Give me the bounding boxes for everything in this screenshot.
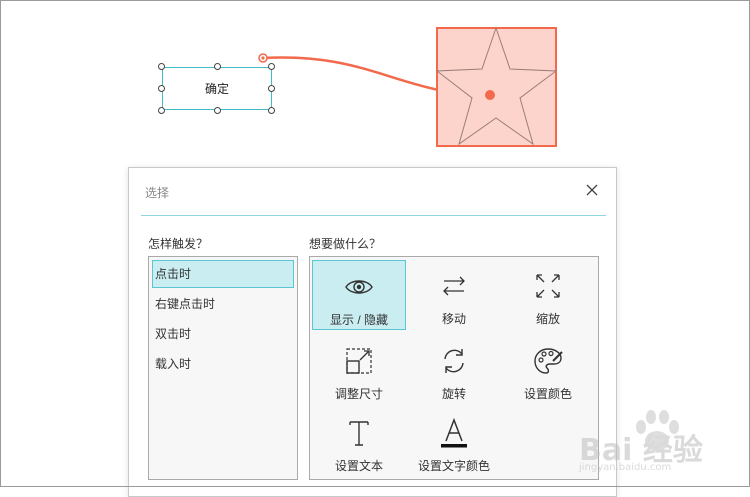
text-icon <box>349 421 369 446</box>
text-color-icon <box>441 417 467 448</box>
select-action-dialog: 选择 怎样触发？ 想要做什么？ 点击时 右键点击时 双击时 载入时 显示 / 隐… <box>128 167 617 497</box>
scale-arrows-icon <box>536 274 560 298</box>
trigger-item-right-click[interactable]: 右键点击时 <box>152 290 294 318</box>
action-label: 旋转 <box>441 387 466 401</box>
eye-icon <box>345 280 373 294</box>
action-rotate[interactable]: 旋转 <box>407 335 501 405</box>
resize-handle-ml[interactable] <box>158 85 165 92</box>
baidu-watermark: Bai 经验 jingyan.baidu.com <box>575 405 745 480</box>
resize-handle-tl[interactable] <box>158 63 165 70</box>
connector-start-dot <box>261 56 265 60</box>
action-label: 缩放 <box>535 312 560 326</box>
action-label: 设置颜色 <box>523 387 572 401</box>
action-label: 调整尺寸 <box>334 387 383 401</box>
connector-end-dot <box>485 90 495 100</box>
resize-handle-bm[interactable] <box>214 107 221 114</box>
resize-handle-br[interactable] <box>268 107 275 114</box>
action-label: 设置文本 <box>334 459 383 473</box>
resize-handle-tm[interactable] <box>214 63 221 70</box>
trigger-item-load[interactable]: 载入时 <box>152 350 294 378</box>
trigger-item-label: 载入时 <box>155 357 192 371</box>
action-label: 移动 <box>441 312 466 326</box>
trigger-item-label: 点击时 <box>155 267 192 281</box>
action-label: 设置文字颜色 <box>417 459 490 473</box>
trigger-item-label: 右键点击时 <box>155 297 216 311</box>
action-set-text[interactable]: 设置文本 <box>312 407 406 477</box>
resize-icon <box>346 348 372 374</box>
action-set-color[interactable]: 设置颜色 <box>501 335 595 405</box>
action-grid: 显示 / 隐藏 移动 缩放 调整尺寸 旋转 设置颜色 设置文本 设置文字颜色 <box>309 256 599 480</box>
action-scale[interactable]: 缩放 <box>501 260 595 330</box>
action-label: 显示 / 隐藏 <box>329 313 388 327</box>
rotate-icon <box>444 349 464 373</box>
trigger-item-click[interactable]: 点击时 <box>152 260 294 288</box>
action-move[interactable]: 移动 <box>407 260 501 330</box>
watermark-url: jingyan.baidu.com <box>579 462 672 473</box>
target-shape-box[interactable] <box>436 27 557 147</box>
trigger-item-label: 双击时 <box>155 327 192 341</box>
action-show-hide[interactable]: 显示 / 隐藏 <box>312 260 406 330</box>
action-set-text-color[interactable]: 设置文字颜色 <box>407 407 501 477</box>
dialog-title: 选择 <box>145 186 170 200</box>
move-arrows-icon <box>443 276 465 296</box>
action-resize[interactable]: 调整尺寸 <box>312 335 406 405</box>
palette-icon <box>534 348 563 374</box>
trigger-heading: 怎样触发？ <box>148 237 209 251</box>
action-heading: 想要做什么？ <box>309 237 382 251</box>
trigger-list: 点击时 右键点击时 双击时 载入时 <box>148 256 298 480</box>
canvas-button-label: 确定 <box>204 82 229 96</box>
resize-handle-tr[interactable] <box>268 63 275 70</box>
canvas-button-widget[interactable]: 确定 <box>162 67 272 110</box>
resize-handle-bl[interactable] <box>158 107 165 114</box>
dialog-divider <box>141 215 606 216</box>
resize-handle-mr[interactable] <box>268 85 275 92</box>
close-icon[interactable] <box>584 182 600 198</box>
trigger-item-double-click[interactable]: 双击时 <box>152 320 294 348</box>
